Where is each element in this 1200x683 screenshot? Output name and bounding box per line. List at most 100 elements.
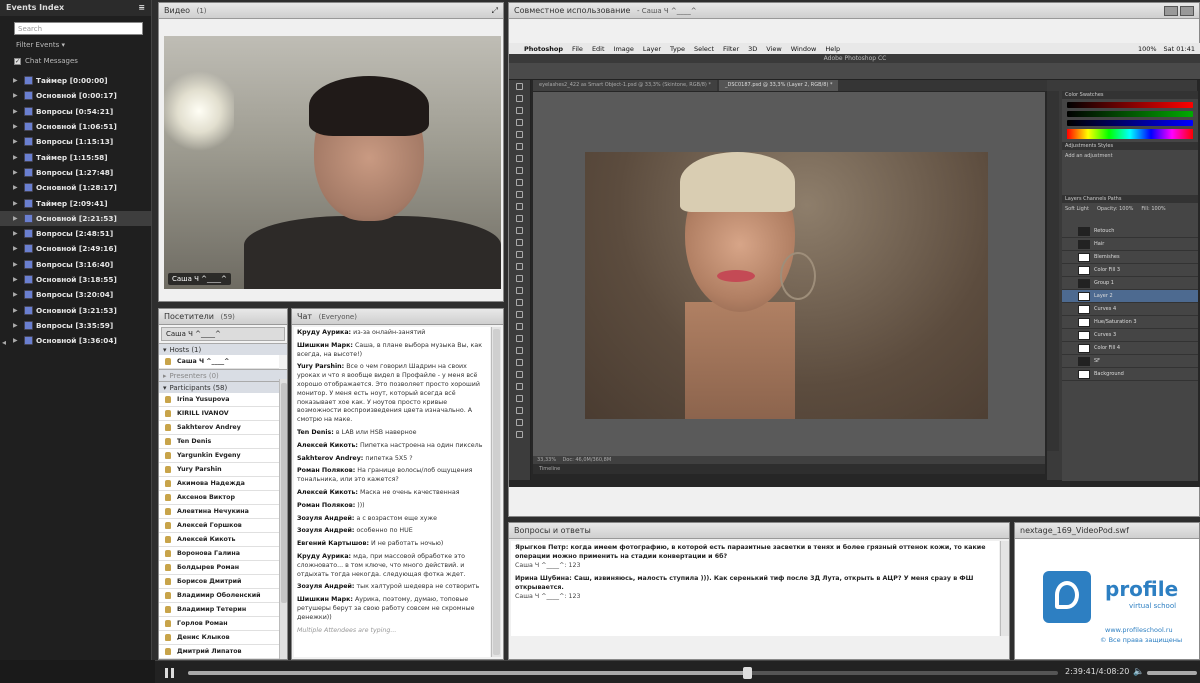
tool-icon[interactable] bbox=[516, 347, 523, 354]
event-item[interactable]: ▶ Таймер [1:15:58] bbox=[0, 149, 151, 164]
attendees-scrollbar[interactable] bbox=[279, 379, 287, 659]
expand-arrow-icon[interactable]: ▶ bbox=[13, 245, 21, 252]
tool-icon[interactable] bbox=[516, 203, 523, 210]
document-tab[interactable]: eyelashes2_422 as Smart Object-1.psd @ 3… bbox=[533, 80, 717, 91]
event-item[interactable]: ▶ Основной [0:00:17] bbox=[0, 88, 151, 103]
tool-icon[interactable] bbox=[516, 323, 523, 330]
layer-row[interactable]: Layer 2 bbox=[1062, 290, 1198, 303]
tool-icon[interactable] bbox=[516, 359, 523, 366]
participant-row[interactable]: Денис Клыков bbox=[159, 631, 279, 645]
layer-row[interactable]: Blemishes bbox=[1062, 251, 1198, 264]
participant-row[interactable]: Владимир Оболенский bbox=[159, 589, 279, 603]
tool-icon[interactable] bbox=[516, 419, 523, 426]
event-item[interactable]: ▶ Основной [1:28:17] bbox=[0, 180, 151, 195]
participant-row[interactable]: Ten Denis bbox=[159, 435, 279, 449]
tool-icon[interactable] bbox=[516, 275, 523, 282]
event-item[interactable]: ▶ Основной [2:49:16] bbox=[0, 241, 151, 256]
tool-icon[interactable] bbox=[516, 191, 523, 198]
mac-menu-item[interactable]: Window bbox=[791, 45, 817, 53]
hosts-group[interactable]: ▾ Hosts (1) bbox=[159, 343, 287, 355]
expand-arrow-icon[interactable]: ▶ bbox=[13, 307, 21, 314]
layer-opacity[interactable]: Opacity: 100% bbox=[1097, 206, 1133, 222]
tool-icon[interactable] bbox=[516, 227, 523, 234]
expand-arrow-icon[interactable]: ▶ bbox=[13, 291, 21, 298]
tool-icon[interactable] bbox=[516, 131, 523, 138]
expand-arrow-icon[interactable]: ▶ bbox=[13, 261, 21, 268]
mac-menu-item[interactable]: Type bbox=[670, 45, 685, 53]
tool-icon[interactable] bbox=[516, 107, 523, 114]
expand-arrow-icon[interactable]: ▶ bbox=[13, 108, 21, 115]
participant-row[interactable]: Горлов Роман bbox=[159, 617, 279, 631]
seek-handle[interactable] bbox=[743, 667, 753, 679]
expand-arrow-icon[interactable]: ▶ bbox=[13, 184, 21, 191]
layer-row[interactable]: Color Fill 3 bbox=[1062, 264, 1198, 277]
participant-row[interactable]: Болдырев Роман bbox=[159, 561, 279, 575]
event-item[interactable]: ▶ Таймер [2:09:41] bbox=[0, 195, 151, 210]
tool-icon[interactable] bbox=[516, 83, 523, 90]
tool-icon[interactable] bbox=[516, 335, 523, 342]
expand-arrow-icon[interactable]: ▶ bbox=[13, 169, 21, 176]
green-slider[interactable] bbox=[1067, 111, 1193, 117]
expand-arrow-icon[interactable]: ▶ bbox=[13, 337, 21, 344]
event-item[interactable]: ▶ Вопросы [1:15:13] bbox=[0, 134, 151, 149]
layer-row[interactable]: Curves 4 bbox=[1062, 303, 1198, 316]
event-item[interactable]: ▶ Основной [3:21:53] bbox=[0, 302, 151, 317]
mac-menu-item[interactable]: View bbox=[766, 45, 781, 53]
expand-arrow-icon[interactable]: ▶ bbox=[13, 138, 21, 145]
expand-arrow-icon[interactable]: ▶ bbox=[13, 276, 21, 283]
participant-row[interactable]: Борисов Дмитрий bbox=[159, 575, 279, 589]
tool-icon[interactable] bbox=[516, 143, 523, 150]
participant-row[interactable]: Воронова Галина bbox=[159, 547, 279, 561]
layer-row[interactable]: Retouch bbox=[1062, 225, 1198, 238]
mac-menu-item[interactable]: Filter bbox=[723, 45, 739, 53]
layer-row[interactable]: Color Fill 4 bbox=[1062, 342, 1198, 355]
tool-icon[interactable] bbox=[516, 179, 523, 186]
fullscreen-icon[interactable]: ⤢ bbox=[492, 6, 498, 16]
event-item[interactable]: ▶ Основной [2:21:53] bbox=[0, 210, 151, 226]
layer-row[interactable]: Hue/Saturation 3 bbox=[1062, 316, 1198, 329]
event-item[interactable]: ▶ Вопросы [0:54:21] bbox=[0, 104, 151, 119]
participant-row[interactable]: Sakhterov Andrey bbox=[159, 421, 279, 435]
mac-menu-item[interactable]: Layer bbox=[643, 45, 661, 53]
participant-row[interactable]: Yury Parshin bbox=[159, 463, 279, 477]
expand-arrow-icon[interactable]: ▶ bbox=[13, 154, 21, 161]
expand-arrow-icon[interactable]: ▶ bbox=[13, 215, 21, 222]
event-item[interactable]: ▶ Вопросы [3:20:04] bbox=[0, 287, 151, 302]
event-item[interactable]: ▶ Основной [3:36:04] bbox=[0, 333, 151, 348]
tool-icon[interactable] bbox=[516, 215, 523, 222]
panel-menu-icon[interactable]: ≡ bbox=[138, 3, 145, 13]
tool-icon[interactable] bbox=[516, 95, 523, 102]
participant-row[interactable]: Irina Yusupova bbox=[159, 393, 279, 407]
event-item[interactable]: ▶ Вопросы [1:27:48] bbox=[0, 165, 151, 180]
layers-tabs[interactable]: Layers Channels Paths bbox=[1062, 195, 1198, 203]
mac-menu-item[interactable]: Help bbox=[825, 45, 840, 53]
volume-icon[interactable]: 🔈 bbox=[1133, 667, 1144, 677]
participants-group[interactable]: ▾ Participants (58) bbox=[159, 381, 287, 393]
event-item[interactable]: ▶ Вопросы [3:16:40] bbox=[0, 257, 151, 272]
tool-icon[interactable] bbox=[516, 383, 523, 390]
mac-menu-item[interactable]: 3D bbox=[748, 45, 757, 53]
layer-row[interactable]: Hair bbox=[1062, 238, 1198, 251]
layer-row[interactable]: Group 1 bbox=[1062, 277, 1198, 290]
participant-row[interactable]: Алевтина Нечукина bbox=[159, 505, 279, 519]
layer-row[interactable]: SF bbox=[1062, 355, 1198, 368]
mac-menu-item[interactable]: Image bbox=[614, 45, 634, 53]
tool-icon[interactable] bbox=[516, 239, 523, 246]
chat-scrollbar[interactable] bbox=[491, 327, 501, 657]
layer-fill[interactable]: Fill: 100% bbox=[1141, 206, 1165, 222]
scrollbar-thumb[interactable] bbox=[281, 383, 287, 603]
blend-mode[interactable]: Soft Light bbox=[1065, 206, 1089, 222]
event-item[interactable]: ▶ Вопросы [3:35:59] bbox=[0, 318, 151, 333]
tool-icon[interactable] bbox=[516, 299, 523, 306]
tool-icon[interactable] bbox=[516, 251, 523, 258]
seek-bar[interactable] bbox=[188, 667, 1058, 679]
mac-menu-item[interactable]: Photoshop bbox=[524, 45, 563, 53]
filter-events-dropdown[interactable]: Filter Events ▾ bbox=[0, 39, 151, 51]
tool-icon[interactable] bbox=[516, 287, 523, 294]
blue-slider[interactable] bbox=[1067, 120, 1193, 126]
events-search-input[interactable]: Search bbox=[14, 22, 143, 35]
event-item[interactable]: ▶ Основной [1:06:51] bbox=[0, 119, 151, 134]
expand-arrow-icon[interactable]: ▶ bbox=[13, 92, 21, 99]
color-tabs[interactable]: Color Swatches bbox=[1062, 91, 1198, 99]
collapse-arrow-icon[interactable]: ◂ bbox=[2, 338, 6, 347]
